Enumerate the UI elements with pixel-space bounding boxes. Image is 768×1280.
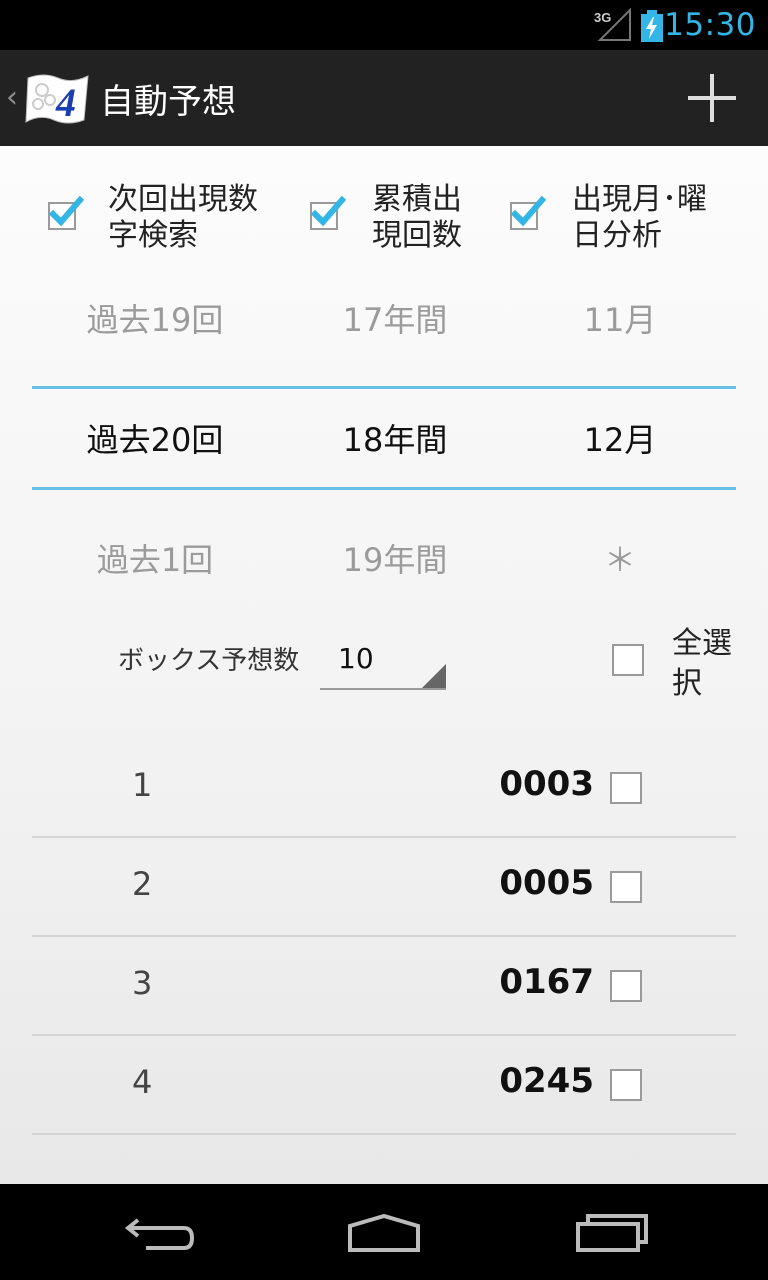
- picker-rounds-prev[interactable]: 過去19回: [60, 290, 250, 350]
- battery-charging-icon: [640, 10, 664, 42]
- picker-month-prev[interactable]: 11月: [530, 290, 710, 350]
- result-index: 2: [132, 865, 153, 903]
- picker-divider-top: [32, 386, 736, 389]
- result-checkbox[interactable]: [610, 970, 642, 1002]
- picker-rounds-next[interactable]: 過去1回: [60, 530, 250, 590]
- picker-rounds-selected[interactable]: 過去20回: [60, 410, 250, 470]
- result-number: 0245: [499, 1061, 594, 1101]
- select-all-checkbox[interactable]: [612, 644, 644, 676]
- result-row[interactable]: 3 0167: [32, 936, 736, 1036]
- back-arrow-icon: [124, 1218, 195, 1250]
- signal-3g-icon: 3G: [594, 7, 632, 42]
- picker-years-prev[interactable]: 17年間: [300, 290, 490, 350]
- status-bar: 3G 15:30: [0, 0, 768, 50]
- option-month-weekday-analysis[interactable]: 出現月･曜日分析: [510, 182, 720, 253]
- result-index: 3: [132, 964, 153, 1002]
- back-button[interactable]: [112, 1208, 212, 1256]
- box-count-label: ボックス予想数: [118, 646, 300, 676]
- result-row[interactable]: 2 0005: [32, 837, 736, 937]
- page-title: 自動予想: [100, 82, 236, 122]
- result-checkbox[interactable]: [610, 772, 642, 804]
- app-logo[interactable]: 4: [24, 70, 90, 128]
- checkbox-checked[interactable]: [310, 195, 346, 230]
- picker-years-selected[interactable]: 18年間: [300, 410, 490, 470]
- checkmark-icon: [48, 195, 84, 227]
- result-index: 1: [132, 766, 153, 804]
- action-bar: ‹ 4 自動予想: [0, 50, 768, 146]
- navigation-bar: [0, 1184, 768, 1280]
- option-label: 累積出現回数: [372, 182, 462, 253]
- result-row[interactable]: 1 0003: [32, 738, 736, 838]
- result-row[interactable]: 4 0245: [32, 1035, 736, 1135]
- checkmark-icon: [310, 195, 346, 227]
- option-cumulative-count[interactable]: 累積出現回数: [310, 182, 480, 253]
- home-icon: [348, 1213, 420, 1252]
- home-button[interactable]: [334, 1208, 434, 1256]
- option-label: 次回出現数字検索: [108, 182, 258, 253]
- plus-icon: [688, 74, 736, 122]
- dropdown-arrow-icon: [422, 664, 446, 688]
- picker-row-previous: 過去19回 17年間 11月: [0, 290, 768, 350]
- box-count-value: 10: [338, 642, 374, 675]
- result-index: 4: [132, 1063, 153, 1101]
- checkbox-checked[interactable]: [48, 195, 84, 230]
- picker-divider-bottom: [32, 487, 736, 490]
- result-checkbox[interactable]: [610, 871, 642, 903]
- picker-years-next[interactable]: 19年間: [300, 530, 490, 590]
- option-next-number-search[interactable]: 次回出現数字検索: [48, 182, 278, 253]
- picker-row-selected: 過去20回 18年間 12月: [0, 410, 768, 470]
- main-content: 次回出現数字検索 累積出現回数 出現月･曜日分析 過去19回 17年間 11月 …: [0, 146, 768, 1184]
- picker-row-next: 過去1回 19年間 ＊: [0, 530, 768, 590]
- result-checkbox[interactable]: [610, 1069, 642, 1101]
- select-all-label: 全選択: [672, 626, 732, 701]
- recent-apps-icon: [576, 1214, 648, 1252]
- result-number: 0005: [499, 863, 594, 903]
- recent-apps-button[interactable]: [562, 1208, 662, 1256]
- checkmark-icon: [510, 195, 546, 227]
- box-count-spinner[interactable]: 10: [320, 632, 446, 690]
- svg-text:3G: 3G: [594, 10, 611, 25]
- add-button[interactable]: [684, 70, 740, 126]
- picker-month-selected[interactable]: 12月: [530, 410, 710, 470]
- svg-text:4: 4: [55, 80, 76, 125]
- status-time: 15:30: [664, 7, 756, 43]
- picker-month-next[interactable]: ＊: [530, 530, 710, 590]
- up-caret-icon[interactable]: ‹: [6, 80, 18, 115]
- result-number: 0003: [499, 764, 594, 804]
- result-number: 0167: [499, 962, 594, 1002]
- checkbox-checked[interactable]: [510, 195, 546, 230]
- option-label: 出現月･曜日分析: [572, 182, 707, 253]
